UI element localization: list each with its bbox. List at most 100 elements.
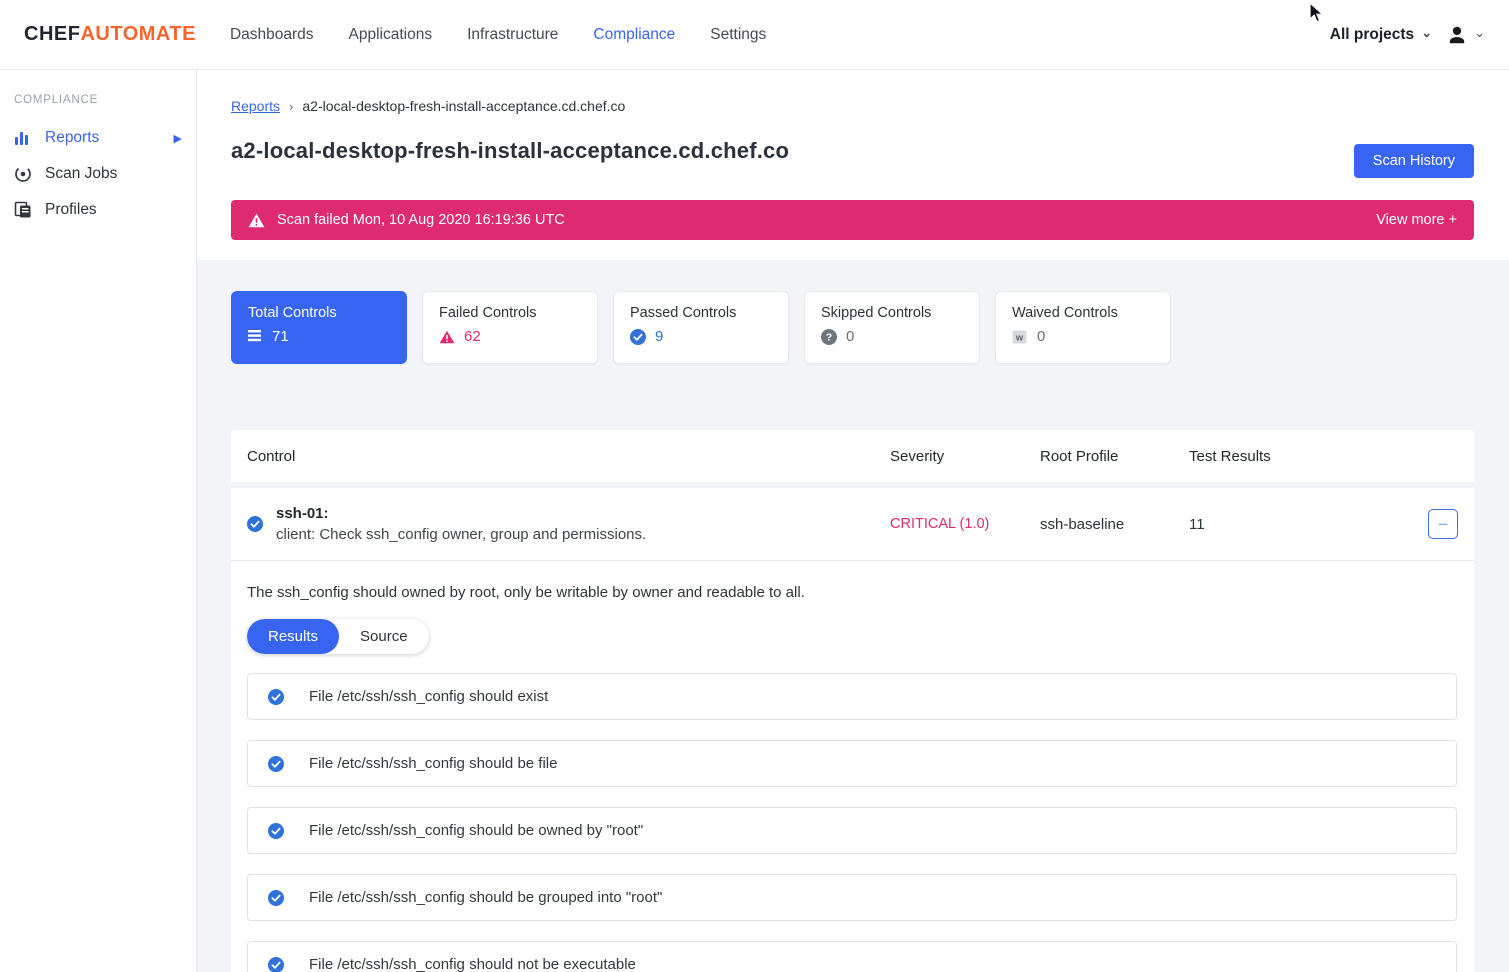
stat-card-value: 9 xyxy=(655,328,663,345)
column-header-control: Control xyxy=(247,448,890,465)
projects-filter-dropdown[interactable]: All projects ⌄ xyxy=(1330,26,1432,44)
stat-card-skipped-controls[interactable]: Skipped Controls ? 0 xyxy=(804,291,980,364)
list-icon xyxy=(248,330,263,343)
test-result-text: File /etc/ssh/ssh_config should be file xyxy=(309,755,557,772)
control-stat-cards: Total Controls 71 Failed Controls xyxy=(231,291,1474,364)
alert-message: Scan failed Mon, 10 Aug 2020 16:19:36 UT… xyxy=(277,212,565,228)
sidebar-section-label: COMPLIANCE xyxy=(14,94,196,106)
warning-triangle-icon xyxy=(439,330,455,344)
nav-settings[interactable]: Settings xyxy=(710,20,766,50)
radar-icon xyxy=(14,165,32,183)
stat-card-label: Total Controls xyxy=(248,305,390,321)
profiles-icon xyxy=(14,201,32,219)
chevron-right-icon[interactable]: ▶ xyxy=(174,132,182,145)
detail-tabs: Results Source xyxy=(247,619,429,654)
scan-history-button[interactable]: Scan History xyxy=(1354,144,1474,178)
check-circle-icon xyxy=(247,516,263,532)
stat-card-label: Skipped Controls xyxy=(821,305,963,321)
control-id: ssh-01: xyxy=(276,505,646,522)
test-result-text: File /etc/ssh/ssh_config should be owned… xyxy=(309,822,643,839)
tab-results[interactable]: Results xyxy=(247,619,339,654)
top-nav-bar: CHEFAUTOMATE Dashboards Applications Inf… xyxy=(0,0,1509,70)
app-window: CHEFAUTOMATE Dashboards Applications Inf… xyxy=(0,0,1509,972)
column-header-test-results: Test Results xyxy=(1189,448,1458,465)
collapse-row-button[interactable]: − xyxy=(1428,509,1458,539)
stat-card-label: Waived Controls xyxy=(1012,305,1154,321)
check-circle-icon xyxy=(268,756,284,772)
user-menu[interactable]: ⌄ xyxy=(1446,24,1485,46)
test-result-row: File /etc/ssh/ssh_config should not be e… xyxy=(247,941,1457,972)
chevron-right-icon: › xyxy=(289,99,293,114)
check-circle-icon xyxy=(268,823,284,839)
nav-compliance[interactable]: Compliance xyxy=(593,20,675,50)
test-result-row: File /etc/ssh/ssh_config should be group… xyxy=(247,874,1457,921)
compliance-sidebar: COMPLIANCE Reports ▶ xyxy=(0,70,197,972)
column-header-severity: Severity xyxy=(890,448,1040,465)
page-title: a2-local-desktop-fresh-install-acceptanc… xyxy=(231,138,789,164)
test-result-text: File /etc/ssh/ssh_config should exist xyxy=(309,688,548,705)
report-body: Total Controls 71 Failed Controls xyxy=(197,260,1509,972)
stat-card-value: 0 xyxy=(1037,328,1045,345)
page-header: Reports › a2-local-desktop-fresh-install… xyxy=(197,70,1509,240)
breadcrumb-current: a2-local-desktop-fresh-install-acceptanc… xyxy=(302,98,625,114)
topbar-right-controls: All projects ⌄ ⌄ xyxy=(1330,24,1485,46)
waived-w-icon: w xyxy=(1012,329,1028,345)
sidebar-item-label: Profiles xyxy=(45,201,97,219)
test-result-list: File /etc/ssh/ssh_config should exist Fi… xyxy=(247,673,1457,972)
stat-card-label: Passed Controls xyxy=(630,305,772,321)
projects-filter-label: All projects xyxy=(1330,26,1414,44)
control-test-results: 11 xyxy=(1189,516,1205,533)
controls-table-header: Control Severity Root Profile Test Resul… xyxy=(231,430,1474,482)
sidebar-item-scan-jobs[interactable]: Scan Jobs xyxy=(12,156,196,192)
control-summary: The ssh_config should owned by root, onl… xyxy=(247,584,1457,601)
svg-text:w: w xyxy=(1015,332,1024,343)
nav-infrastructure[interactable]: Infrastructure xyxy=(467,20,558,50)
chef-automate-logo[interactable]: CHEFAUTOMATE xyxy=(24,23,196,46)
test-result-row: File /etc/ssh/ssh_config should exist xyxy=(247,673,1457,720)
nav-dashboards[interactable]: Dashboards xyxy=(230,20,314,50)
breadcrumb: Reports › a2-local-desktop-fresh-install… xyxy=(231,98,1474,114)
test-result-row: File /etc/ssh/ssh_config should be owned… xyxy=(247,807,1457,854)
main-nav: Dashboards Applications Infrastructure C… xyxy=(230,20,766,50)
control-severity: CRITICAL (1.0) xyxy=(890,516,1040,532)
stat-card-value: 0 xyxy=(846,328,854,345)
test-result-text: File /etc/ssh/ssh_config should be group… xyxy=(309,889,662,906)
scan-failed-banner: Scan failed Mon, 10 Aug 2020 16:19:36 UT… xyxy=(231,200,1474,240)
stat-card-value: 62 xyxy=(464,328,481,345)
chevron-down-icon: ⌄ xyxy=(1421,26,1432,39)
warning-triangle-icon xyxy=(248,213,265,228)
stat-card-total-controls[interactable]: Total Controls 71 xyxy=(231,291,407,364)
user-icon xyxy=(1446,24,1468,46)
control-row-ssh-01[interactable]: ssh-01: client: Check ssh_config owner, … xyxy=(231,488,1474,561)
nav-applications[interactable]: Applications xyxy=(349,20,433,50)
breadcrumb-reports-link[interactable]: Reports xyxy=(231,98,280,114)
svg-text:?: ? xyxy=(826,331,832,343)
view-more-link[interactable]: View more + xyxy=(1376,212,1457,228)
sidebar-item-profiles[interactable]: Profiles xyxy=(12,192,196,228)
test-result-text: File /etc/ssh/ssh_config should not be e… xyxy=(309,956,636,972)
stat-card-waived-controls[interactable]: Waived Controls w 0 xyxy=(995,291,1171,364)
logo-automate-text: AUTOMATE xyxy=(80,23,195,46)
check-circle-icon xyxy=(630,329,646,345)
check-circle-icon xyxy=(268,890,284,906)
control-card: ssh-01: client: Check ssh_config owner, … xyxy=(231,488,1474,972)
mouse-cursor xyxy=(1305,2,1325,24)
stat-card-failed-controls[interactable]: Failed Controls 62 xyxy=(422,291,598,364)
stat-card-passed-controls[interactable]: Passed Controls 9 xyxy=(613,291,789,364)
sidebar-item-reports[interactable]: Reports ▶ xyxy=(12,120,196,156)
stat-card-value: 71 xyxy=(272,328,289,345)
control-description: client: Check ssh_config owner, group an… xyxy=(276,526,646,543)
tab-source[interactable]: Source xyxy=(339,619,429,654)
question-circle-icon: ? xyxy=(821,329,837,345)
chevron-down-icon: ⌄ xyxy=(1474,26,1485,39)
main-content: Reports › a2-local-desktop-fresh-install… xyxy=(197,70,1509,972)
logo-chef-text: CHEF xyxy=(24,23,80,46)
test-result-row: File /etc/ssh/ssh_config should be file xyxy=(247,740,1457,787)
sidebar-item-label: Scan Jobs xyxy=(45,165,117,183)
bar-chart-icon xyxy=(14,129,32,147)
check-circle-icon xyxy=(268,957,284,972)
check-circle-icon xyxy=(268,689,284,705)
control-root-profile: ssh-baseline xyxy=(1040,516,1189,533)
stat-card-label: Failed Controls xyxy=(439,305,581,321)
sidebar-item-label: Reports xyxy=(45,129,99,147)
